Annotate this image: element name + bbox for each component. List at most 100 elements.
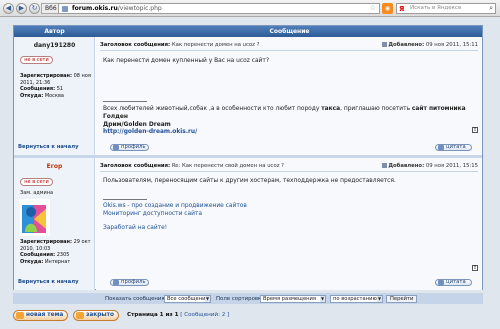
post-2-signature: Okis.ws - про создание и продвижение сай… xyxy=(103,203,473,232)
sort-field-select[interactable]: Время размещения ▼ xyxy=(260,295,326,303)
report-post-1-icon[interactable]: ! xyxy=(472,127,478,133)
post-1-author[interactable]: dany191280 xyxy=(14,42,95,49)
new-topic-icon xyxy=(16,312,24,319)
post-2-messages-value: 2305 xyxy=(56,252,70,258)
post-icon xyxy=(382,42,388,47)
post-2-subject: Заголовок сообщения: Re: Как перенести с… xyxy=(100,163,284,169)
post-1-sig-link[interactable]: http://golden-dream.okis.ru/ xyxy=(103,129,197,135)
search-icon[interactable]: ⌕ xyxy=(489,4,493,13)
avatar xyxy=(20,199,50,236)
post-1-date: Добавлено: 09 ноя 2011, 15:11 xyxy=(382,42,478,48)
bookmark-star-icon[interactable]: ☆ xyxy=(370,4,376,13)
page-label: Страница xyxy=(127,312,158,318)
favicon-icon xyxy=(62,6,68,12)
sort-order-select[interactable]: по возрастанию ▼ xyxy=(330,295,383,303)
post-1-subject-text: Как перенести домен на ucoz ? xyxy=(171,42,260,48)
locked-label: закрыто xyxy=(86,312,114,318)
post-2-offline-badge: не в сети xyxy=(20,178,53,186)
post-1-divider xyxy=(100,50,478,51)
post-2-author-meta: Зарегистрирован: 29 окт 2010, 10:03 Сооб… xyxy=(20,239,95,265)
post-1-from-label: Откуда: xyxy=(20,92,44,99)
post-1-sig-text-1: Всех любителей животный,собак ,а в особе… xyxy=(103,106,320,112)
post-2-subject-label: Заголовок сообщения: xyxy=(100,163,171,169)
post-1-offline-badge: не в сети xyxy=(20,56,53,64)
chevron-down-icon: ▼ xyxy=(320,296,325,302)
signature-rule xyxy=(103,101,147,102)
show-period-value: Все сообщения xyxy=(167,296,209,302)
url-host: forum.okis.ru xyxy=(72,5,118,12)
post-1-message: Как перенести домен купленный у Вас на u… xyxy=(103,58,473,66)
sort-bar: Показать сообщения за: Все сообщения ▼ П… xyxy=(13,293,483,304)
post-1-line-1: Как перенести домен купленный у Вас на u… xyxy=(103,58,269,64)
profile-icon xyxy=(113,145,119,150)
sort-field-label: Поле сортировки xyxy=(216,296,265,302)
url-path: /viewtopic.php xyxy=(117,5,162,12)
reload-icon[interactable]: ↻ xyxy=(29,3,40,14)
browser-toolbar: ◀ ▶ ↻ Вб6 forum.okis.ru/viewtopic.php ☆ … xyxy=(0,0,500,17)
post-2-profile-label: профиль xyxy=(121,279,146,285)
post-2-rank: Зам. админа xyxy=(20,190,54,196)
post-2-profile-button[interactable]: профиль xyxy=(110,279,149,286)
post-1-registered-label: Зарегистрирован: xyxy=(20,73,72,79)
post-1-sig-line-3: Дрим/Golden Dream xyxy=(103,121,171,128)
forward-arrow-icon[interactable]: ▶ xyxy=(16,3,27,14)
sort-field-value: Время размещения xyxy=(263,296,317,302)
post-2-sig-link-1[interactable]: Okis.ws - про создание и продвижение сай… xyxy=(103,203,473,211)
post-1-profile-label: профиль xyxy=(121,144,146,150)
post-1-back-to-top-link[interactable]: Вернуться к началу xyxy=(18,144,79,150)
post-1-from-value: Москва xyxy=(44,92,64,99)
post-1-author-meta: Зарегистрирован: 08 ноя 2011, 21:36 Сооб… xyxy=(20,73,95,99)
quote-icon xyxy=(438,145,444,150)
forum-topic: Автор Сообщение dany191280 не в сети Зар… xyxy=(13,25,483,290)
post-1-sig-bold-1: такса xyxy=(321,106,341,112)
report-post-2-icon[interactable]: ! xyxy=(472,265,478,271)
post-2-sig-link-2[interactable]: Мониторинг доступности сайта xyxy=(103,211,473,219)
post-2-divider xyxy=(100,171,478,172)
post-2-registered-label: Зарегистрирован: xyxy=(20,239,72,245)
locked-button[interactable]: закрыто xyxy=(73,310,119,321)
post-2-from-label: Откуда: xyxy=(20,258,44,265)
post-2-date-label: Добавлено: xyxy=(388,163,425,169)
go-button[interactable]: Перейти xyxy=(386,295,418,303)
chevron-down-icon: ▼ xyxy=(205,296,210,302)
post-2-from-value: Интернат xyxy=(44,258,71,265)
post-1-profile-button[interactable]: профиль xyxy=(110,144,149,151)
post-2-sig-link-3[interactable]: Заработай на сайте! xyxy=(103,225,473,233)
post-1-signature: Всех любителей животный,собак ,а в особе… xyxy=(103,106,473,137)
table-header: Автор Сообщение xyxy=(14,26,482,37)
page-of: 1 из 1 xyxy=(159,312,179,318)
post-2-date: Добавлено: 09 ноя 2011, 15:15 xyxy=(382,163,478,169)
post-2-quote-label: цитата xyxy=(446,279,466,285)
post-1-subject-label: Заголовок сообщения: xyxy=(100,42,171,48)
post-2-author[interactable]: Егор xyxy=(14,163,95,170)
post-2-date-value: 09 ноя 2011, 15:15 xyxy=(425,163,478,169)
show-period-select[interactable]: Все сообщения ▼ xyxy=(164,295,211,303)
post-2-quote-button[interactable]: цитата xyxy=(435,279,472,286)
post-2-subject-text: Re: Как перенести свой домен на ucoz ? xyxy=(171,163,284,169)
address-bar[interactable]: forum.okis.ru/viewtopic.php ☆ xyxy=(58,3,380,14)
message-column-header: Сообщение xyxy=(269,28,310,35)
quote-icon xyxy=(438,280,444,285)
yandex-icon: Я xyxy=(399,5,405,13)
new-topic-button[interactable]: новая тема xyxy=(13,310,69,321)
sort-order-value: по возрастанию xyxy=(333,296,377,302)
signature-rule xyxy=(103,199,147,200)
post-1-quote-label: цитата xyxy=(446,144,466,150)
messages-count: [ Сообщений: 2 ] xyxy=(180,312,230,318)
post-2-line-1: Пользователям, переносящим сайты к други… xyxy=(103,178,396,184)
search-placeholder: Искать в Яндексе xyxy=(410,5,462,11)
post-1-date-label: Добавлено: xyxy=(388,42,425,48)
chevron-down-icon: ▼ xyxy=(377,296,382,302)
post-1-sig-text-2: , приглашаю посетить xyxy=(340,106,411,112)
profile-icon xyxy=(113,280,119,285)
search-input[interactable]: Я Искать в Яндексе ⌕ xyxy=(396,3,496,14)
post-1-messages-value: 51 xyxy=(56,86,64,92)
back-arrow-icon[interactable]: ◀ xyxy=(3,3,14,14)
post-2-back-to-top-link[interactable]: Вернуться к началу xyxy=(18,279,79,285)
post-1-quote-button[interactable]: цитата xyxy=(435,144,472,151)
author-column-header: Автор xyxy=(44,28,65,35)
post-1-subject: Заголовок сообщения: Как перенести домен… xyxy=(100,42,259,48)
post-1-messages-label: Сообщения: xyxy=(20,86,56,92)
post-1-date-value: 09 ноя 2011, 15:11 xyxy=(425,42,478,48)
rss-icon[interactable]: ◉ xyxy=(382,3,393,14)
